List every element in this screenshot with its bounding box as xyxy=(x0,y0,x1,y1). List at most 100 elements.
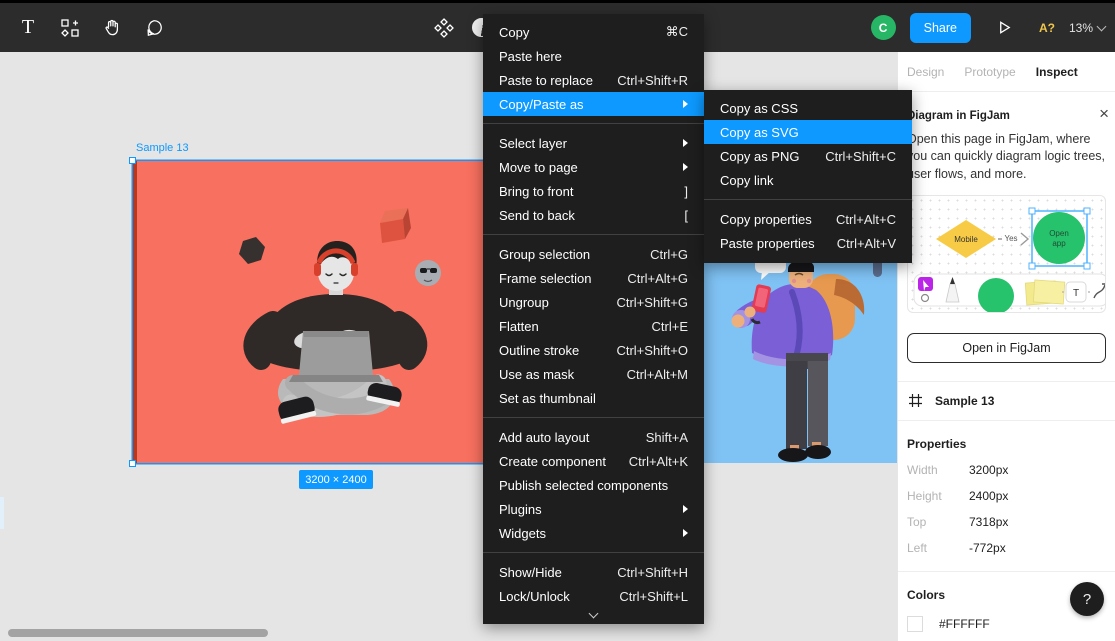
avatar[interactable]: C xyxy=(871,15,896,40)
menu-item-frame-selection[interactable]: Frame selectionCtrl+Alt+G xyxy=(483,266,704,290)
menu-item-copy-as-css[interactable]: Copy as CSS xyxy=(704,96,912,120)
menu-item-shortcut: ] xyxy=(684,184,688,199)
menu-item-label: Add auto layout xyxy=(499,430,646,445)
plugins-diamonds-icon[interactable] xyxy=(424,8,464,48)
tab-prototype[interactable]: Prototype xyxy=(964,65,1015,79)
menu-item-move-to-page[interactable]: Move to page xyxy=(483,155,704,179)
menu-item-label: Paste here xyxy=(499,49,688,64)
property-value: -772px xyxy=(969,541,1006,555)
copy-paste-submenu: Copy as CSS Copy as SVG Copy as PNGCtrl+Sh… xyxy=(704,90,912,263)
menu-item-copy-as-png[interactable]: Copy as PNGCtrl+Shift+C xyxy=(704,144,912,168)
menu-item-shortcut: [ xyxy=(684,208,688,223)
menu-scroll-more[interactable] xyxy=(483,608,704,622)
selection-name: Sample 13 xyxy=(935,394,994,408)
menu-item-publish-selected-components[interactable]: Publish selected components xyxy=(483,473,704,497)
menu-item-flatten[interactable]: FlattenCtrl+E xyxy=(483,314,704,338)
present-play-icon[interactable] xyxy=(985,8,1025,48)
figjam-promo-title: Diagram in FigJam xyxy=(907,110,1106,122)
tab-inspect[interactable]: Inspect xyxy=(1036,65,1078,79)
menu-item-widgets[interactable]: Widgets xyxy=(483,521,704,545)
menu-item-copy[interactable]: Copy⌘C xyxy=(483,20,704,44)
horizontal-scrollbar[interactable] xyxy=(8,629,268,637)
menu-item-shortcut: Ctrl+Alt+C xyxy=(836,212,896,227)
comment-tool-icon[interactable] xyxy=(134,8,174,48)
help-button[interactable]: ? xyxy=(1070,582,1104,616)
menu-item-shortcut: Ctrl+Shift+L xyxy=(619,589,688,604)
properties-title: Properties xyxy=(907,437,1106,451)
panel-tabs: Design Prototype Inspect xyxy=(898,52,1115,92)
menu-item-show-hide[interactable]: Show/HideCtrl+Shift+H xyxy=(483,560,704,584)
menu-item-shortcut: Ctrl+Alt+K xyxy=(629,454,688,469)
color-row[interactable]: #FFFFFF xyxy=(907,616,1106,632)
menu-item-send-to-back[interactable]: Send to back[ xyxy=(483,203,704,227)
menu-item-shortcut: Ctrl+G xyxy=(650,247,688,262)
menu-item-shortcut: Ctrl+E xyxy=(652,319,688,334)
submenu-arrow-icon xyxy=(683,163,688,171)
figjam-preview-image: Mobile Yes Open app xyxy=(907,195,1106,313)
zoom-level-control[interactable]: 13% xyxy=(1069,21,1109,35)
menu-item-lock-unlock[interactable]: Lock/UnlockCtrl+Shift+L xyxy=(483,584,704,608)
menu-item-copy-link[interactable]: Copy link xyxy=(704,168,912,192)
menu-item-label: Ungroup xyxy=(499,295,616,310)
svg-text:Yes: Yes xyxy=(1004,234,1017,243)
shapes-tool-icon[interactable] xyxy=(50,8,90,48)
menu-item-label: Frame selection xyxy=(499,271,627,286)
menu-item-create-component[interactable]: Create componentCtrl+Alt+K xyxy=(483,449,704,473)
menu-item-shortcut: Ctrl+Shift+G xyxy=(616,295,688,310)
menu-item-copy-paste-as[interactable]: Copy/Paste as xyxy=(483,92,704,116)
close-icon[interactable]: × xyxy=(1099,105,1109,122)
menu-item-shortcut: Ctrl+Shift+H xyxy=(617,565,688,580)
menu-item-copy-properties[interactable]: Copy propertiesCtrl+Alt+C xyxy=(704,207,912,231)
menu-item-paste-properties[interactable]: Paste propertiesCtrl+Alt+V xyxy=(704,231,912,255)
menu-item-group-selection[interactable]: Group selectionCtrl+G xyxy=(483,242,704,266)
menu-item-use-as-mask[interactable]: Use as maskCtrl+Alt+M xyxy=(483,362,704,386)
selected-frame-sample-13[interactable] xyxy=(133,161,537,463)
selection-handle-bottom-left[interactable] xyxy=(129,460,136,467)
menu-item-label: Group selection xyxy=(499,247,650,262)
submenu-arrow-icon xyxy=(683,139,688,147)
menu-item-label: Create component xyxy=(499,454,629,469)
property-row-left: Left-772px xyxy=(907,541,1106,555)
text-tool-icon[interactable]: T xyxy=(8,8,48,48)
menu-item-add-auto-layout[interactable]: Add auto layoutShift+A xyxy=(483,425,704,449)
menu-item-label: Widgets xyxy=(499,526,683,541)
menu-item-paste-to-replace[interactable]: Paste to replaceCtrl+Shift+R xyxy=(483,68,704,92)
zoom-level-value: 13% xyxy=(1069,21,1093,35)
selection-header[interactable]: Sample 13 xyxy=(898,381,1115,421)
menu-item-label: Copy/Paste as xyxy=(499,97,683,112)
menu-item-label: Copy as SVG xyxy=(720,125,896,140)
menu-item-set-as-thumbnail[interactable]: Set as thumbnail xyxy=(483,386,704,410)
menu-item-copy-as-svg[interactable]: Copy as SVG xyxy=(704,120,912,144)
share-button[interactable]: Share xyxy=(910,13,971,43)
missing-fonts-badge[interactable]: A? xyxy=(1039,21,1055,35)
menu-item-plugins[interactable]: Plugins xyxy=(483,497,704,521)
menu-item-outline-stroke[interactable]: Outline strokeCtrl+Shift+O xyxy=(483,338,704,362)
menu-item-label: Copy link xyxy=(720,173,896,188)
menu-item-shortcut: Ctrl+Shift+C xyxy=(825,149,896,164)
frame-name-label[interactable]: Sample 13 xyxy=(136,142,189,154)
submenu-arrow-icon xyxy=(683,100,688,108)
menu-item-label: Send to back xyxy=(499,208,684,223)
menu-item-select-layer[interactable]: Select layer xyxy=(483,131,704,155)
menu-item-label: Publish selected components xyxy=(499,478,688,493)
menu-item-shortcut: Shift+A xyxy=(646,430,688,445)
selection-handle-top-left[interactable] xyxy=(129,157,136,164)
menu-divider xyxy=(483,552,704,553)
menu-item-label: Move to page xyxy=(499,160,683,175)
menu-item-label: Bring to front xyxy=(499,184,684,199)
color-hex-value: #FFFFFF xyxy=(939,617,990,631)
offscreen-frame-edge xyxy=(0,497,4,529)
menu-item-bring-to-front[interactable]: Bring to front] xyxy=(483,179,704,203)
menu-item-label: Use as mask xyxy=(499,367,627,382)
hand-tool-icon[interactable] xyxy=(92,8,132,48)
svg-text:T: T xyxy=(1073,288,1079,299)
menu-item-label: Paste to replace xyxy=(499,73,617,88)
tab-design[interactable]: Design xyxy=(907,65,944,79)
menu-item-paste-here[interactable]: Paste here xyxy=(483,44,704,68)
open-in-figjam-button[interactable]: Open in FigJam xyxy=(907,333,1106,363)
menu-item-ungroup[interactable]: UngroupCtrl+Shift+G xyxy=(483,290,704,314)
menu-item-label: Flatten xyxy=(499,319,652,334)
chevron-down-icon xyxy=(1097,21,1107,31)
menu-item-label: Lock/Unlock xyxy=(499,589,619,604)
menu-item-shortcut: Ctrl+Shift+R xyxy=(617,73,688,88)
